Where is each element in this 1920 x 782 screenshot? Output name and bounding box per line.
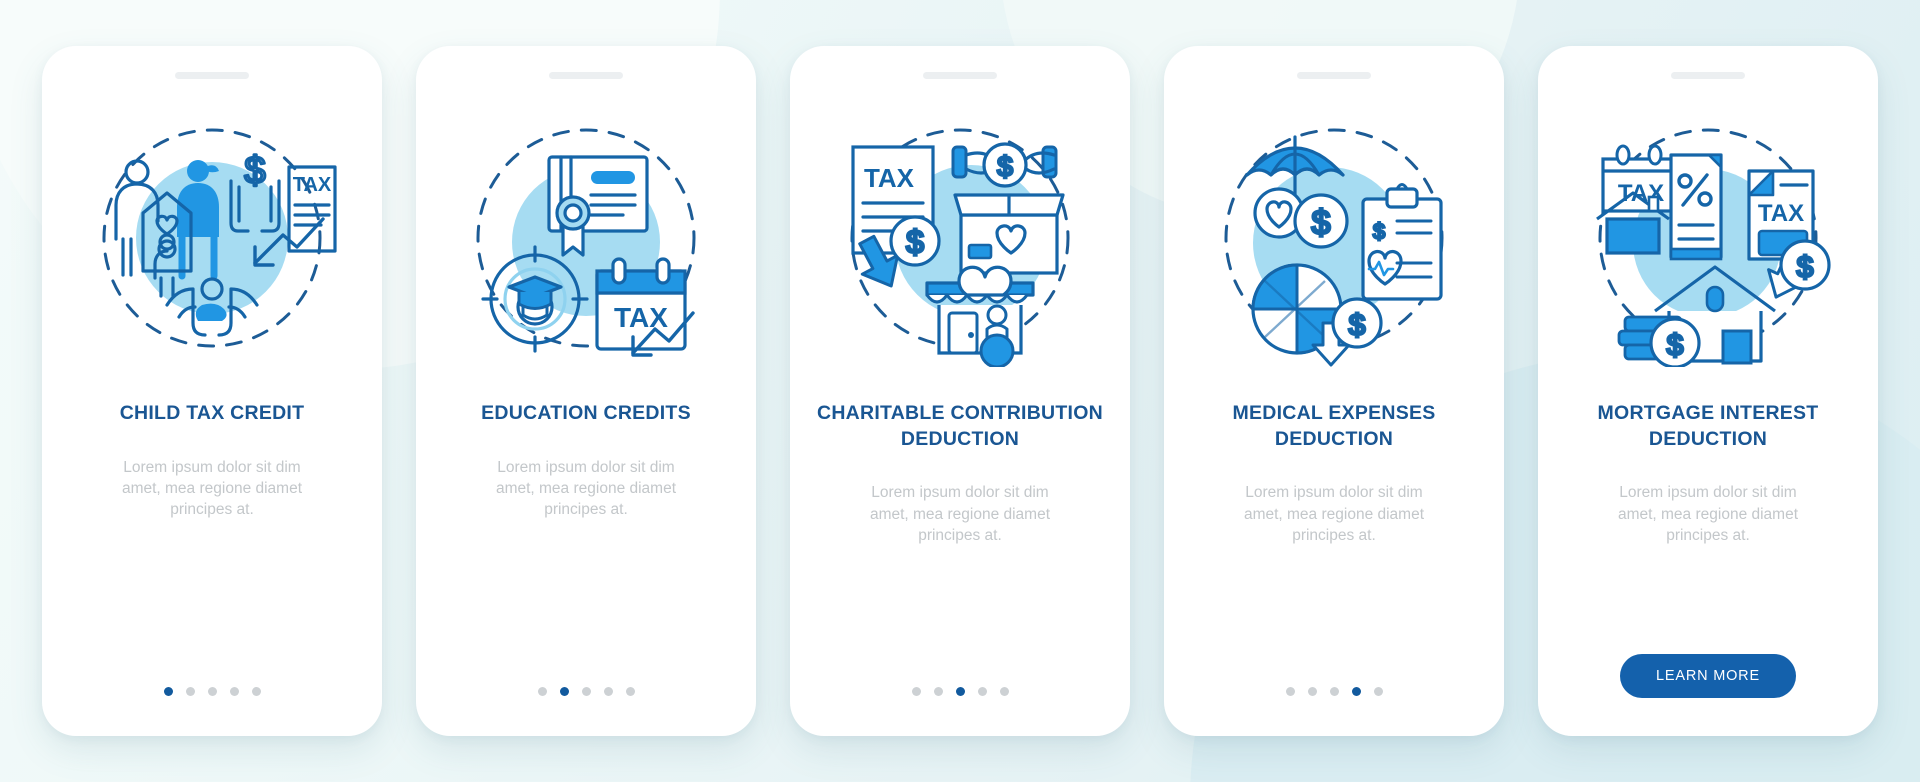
- onboarding-card-charitable-contribution[interactable]: TAX $ $ CHARITABLE CONTRIBUTION DEDUCTIO…: [790, 46, 1130, 736]
- pagination-dot-5[interactable]: [1373, 687, 1383, 696]
- pagination-dot-2[interactable]: [185, 687, 195, 696]
- learn-more-button[interactable]: LEARN MORE: [1620, 654, 1796, 698]
- svg-text:$: $: [997, 151, 1013, 182]
- svg-text:TAX: TAX: [614, 302, 668, 333]
- card-body-text: Lorem ipsum dolor sit dim amet, mea regi…: [869, 484, 1051, 544]
- card-title: MEDICAL EXPENSES DEDUCTION: [1232, 402, 1436, 450]
- pagination-dot-1[interactable]: [1285, 687, 1295, 696]
- pagination-dot-4[interactable]: [977, 687, 987, 696]
- svg-text:$: $: [244, 150, 265, 192]
- phone-speaker-bar: [923, 72, 997, 79]
- pagination-dot-1[interactable]: [537, 687, 547, 696]
- phone-speaker-bar: [1297, 72, 1371, 79]
- svg-text:TAX: TAX: [864, 163, 915, 193]
- donation-box-charity-shop-tax-icon: TAX $ $: [831, 109, 1089, 367]
- pagination-dots[interactable]: [911, 687, 1009, 696]
- onboarding-card-row: $ TAX CHILD TAX CREDIT Lorem ipsum dolor…: [0, 0, 1920, 782]
- onboarding-card-child-tax-credit[interactable]: $ TAX CHILD TAX CREDIT Lorem ipsum dolor…: [42, 46, 382, 736]
- onboarding-card-mortgage-interest[interactable]: TAX TAX $ $ MORTGAGE INTEREST DEDUCTION …: [1538, 46, 1878, 736]
- svg-text:TAX: TAX: [293, 174, 332, 196]
- card-body-text: Lorem ipsum dolor sit dim amet, mea regi…: [1617, 484, 1799, 544]
- svg-text:$: $: [1797, 251, 1814, 284]
- pagination-dot-1[interactable]: [911, 687, 921, 696]
- pagination-dots[interactable]: [537, 687, 635, 696]
- pagination-dot-2[interactable]: [1307, 687, 1317, 696]
- pagination-dot-4[interactable]: [1351, 687, 1361, 696]
- svg-text:$: $: [1373, 219, 1385, 244]
- pagination-dots[interactable]: [163, 687, 261, 696]
- onboarding-card-education-credits[interactable]: TAX EDUCATION CREDITS Lorem ipsum dolor …: [416, 46, 756, 736]
- pagination-dot-4[interactable]: [603, 687, 613, 696]
- svg-text:$: $: [906, 224, 924, 260]
- onboarding-screens-stage: $ TAX CHILD TAX CREDIT Lorem ipsum dolor…: [0, 0, 1920, 782]
- card-body-text: Lorem ipsum dolor sit dim amet, mea regi…: [1243, 484, 1425, 544]
- pagination-dot-2[interactable]: [559, 687, 569, 696]
- card-body-text: Lorem ipsum dolor sit dim amet, mea regi…: [121, 458, 303, 518]
- pagination-dot-3[interactable]: [955, 687, 965, 696]
- card-title: CHILD TAX CREDIT: [119, 402, 305, 424]
- phone-speaker-bar: [175, 72, 249, 79]
- pagination-dot-5[interactable]: [251, 687, 261, 696]
- pagination-dot-5[interactable]: [999, 687, 1009, 696]
- house-tax-percent-coins-icon: TAX TAX $ $: [1579, 109, 1837, 367]
- pagination-dot-3[interactable]: [1329, 687, 1339, 696]
- phone-speaker-bar: [1671, 72, 1745, 79]
- svg-text:TAX: TAX: [1758, 200, 1804, 227]
- diploma-graduation-tax-calendar-icon: TAX: [457, 109, 715, 367]
- pagination-dot-3[interactable]: [207, 687, 217, 696]
- card-body-text: Lorem ipsum dolor sit dim amet, mea regi…: [495, 458, 677, 518]
- pagination-dot-4[interactable]: [229, 687, 239, 696]
- pagination-dot-1[interactable]: [163, 687, 173, 696]
- pagination-dots[interactable]: [1285, 687, 1383, 696]
- card-title: EDUCATION CREDITS: [481, 402, 691, 424]
- card-title: MORTGAGE INTEREST DEDUCTION: [1597, 402, 1819, 450]
- svg-text:$: $: [1312, 204, 1331, 242]
- family-child-tax-credit-icon: $ TAX: [83, 109, 341, 367]
- svg-text:$: $: [1667, 329, 1684, 362]
- phone-speaker-bar: [549, 72, 623, 79]
- pagination-dot-5[interactable]: [625, 687, 635, 696]
- pagination-dot-3[interactable]: [581, 687, 591, 696]
- umbrella-medical-clipboard-piechart-icon: $ $ $: [1205, 109, 1463, 367]
- card-title: CHARITABLE CONTRIBUTION DEDUCTION: [817, 402, 1103, 450]
- svg-text:$: $: [1349, 309, 1366, 342]
- onboarding-card-medical-expenses[interactable]: $ $ $ MEDICAL EXPENSES DEDUCTION Lorem i…: [1164, 46, 1504, 736]
- pagination-dot-2[interactable]: [933, 687, 943, 696]
